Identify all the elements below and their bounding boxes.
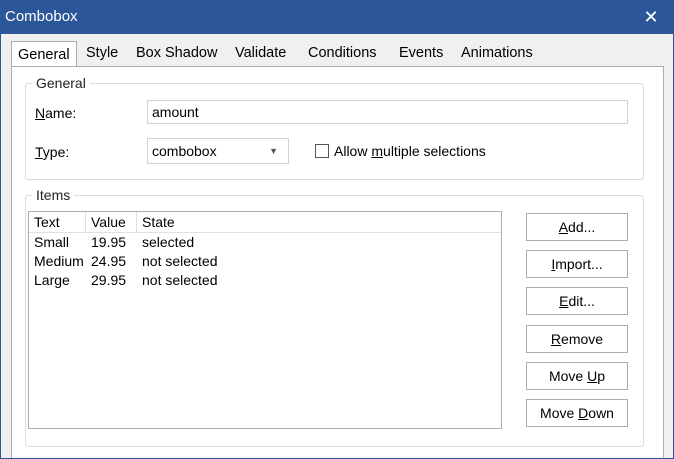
item-text: Medium <box>34 253 84 269</box>
general-group: General <box>25 75 644 180</box>
allow-multiple-checkbox[interactable] <box>315 144 329 158</box>
tab-style[interactable]: Style <box>79 45 125 65</box>
tab-validate[interactable]: Validate <box>228 45 293 65</box>
type-label: Type: <box>35 144 70 160</box>
item-text: Small <box>34 234 70 250</box>
tab-conditions[interactable]: Conditions <box>301 45 384 65</box>
item-state: selected <box>142 234 195 250</box>
list-item[interactable]: Small 19.95 selected <box>29 233 501 252</box>
window-title: Combobox <box>5 8 78 25</box>
chevron-down-icon: ▼ <box>269 146 278 156</box>
items-listview[interactable]: Text Value State Small 19.95 selected Me… <box>28 211 502 429</box>
item-value: 29.95 <box>91 272 127 288</box>
move-down-button[interactable]: Move Down <box>526 399 628 427</box>
type-select[interactable]: combobox ▼ <box>147 138 289 164</box>
column-header-text[interactable]: Text <box>29 212 86 232</box>
item-text: Large <box>34 272 70 288</box>
tab-animations[interactable]: Animations <box>454 45 540 65</box>
combobox-dialog: Combobox ✕ General Style Box Shadow Vali… <box>0 0 674 459</box>
move-up-button[interactable]: Move Up <box>526 362 628 390</box>
item-value: 24.95 <box>91 253 127 269</box>
column-header-value[interactable]: Value <box>86 212 137 232</box>
list-item[interactable]: Large 29.95 not selected <box>29 271 501 290</box>
column-header-state[interactable]: State <box>137 212 501 232</box>
name-label: Name: <box>35 105 77 121</box>
allow-multiple-label[interactable]: Allow multiple selections <box>334 143 486 159</box>
add-button[interactable]: Add... <box>526 213 628 241</box>
remove-button[interactable]: Remove <box>526 325 628 353</box>
general-group-legend: General <box>36 75 86 91</box>
item-state: not selected <box>142 253 218 269</box>
tab-events[interactable]: Events <box>392 45 450 65</box>
items-group-legend: Items <box>36 187 71 203</box>
item-value: 19.95 <box>91 234 127 250</box>
import-button[interactable]: Import... <box>526 250 628 278</box>
tab-general[interactable]: General <box>11 41 77 68</box>
listview-header: Text Value State <box>29 212 501 233</box>
item-state: not selected <box>142 272 218 288</box>
tab-panel-general: General Name: Type: combobox ▼ Allow mul… <box>11 66 664 458</box>
title-bar: Combobox ✕ <box>1 0 673 34</box>
type-select-value: combobox <box>152 143 217 159</box>
close-icon[interactable]: ✕ <box>628 0 673 34</box>
name-field[interactable] <box>147 100 628 124</box>
list-item[interactable]: Medium 24.95 not selected <box>29 252 501 271</box>
tab-box-shadow[interactable]: Box Shadow <box>129 45 224 65</box>
edit-button[interactable]: Edit... <box>526 287 628 315</box>
